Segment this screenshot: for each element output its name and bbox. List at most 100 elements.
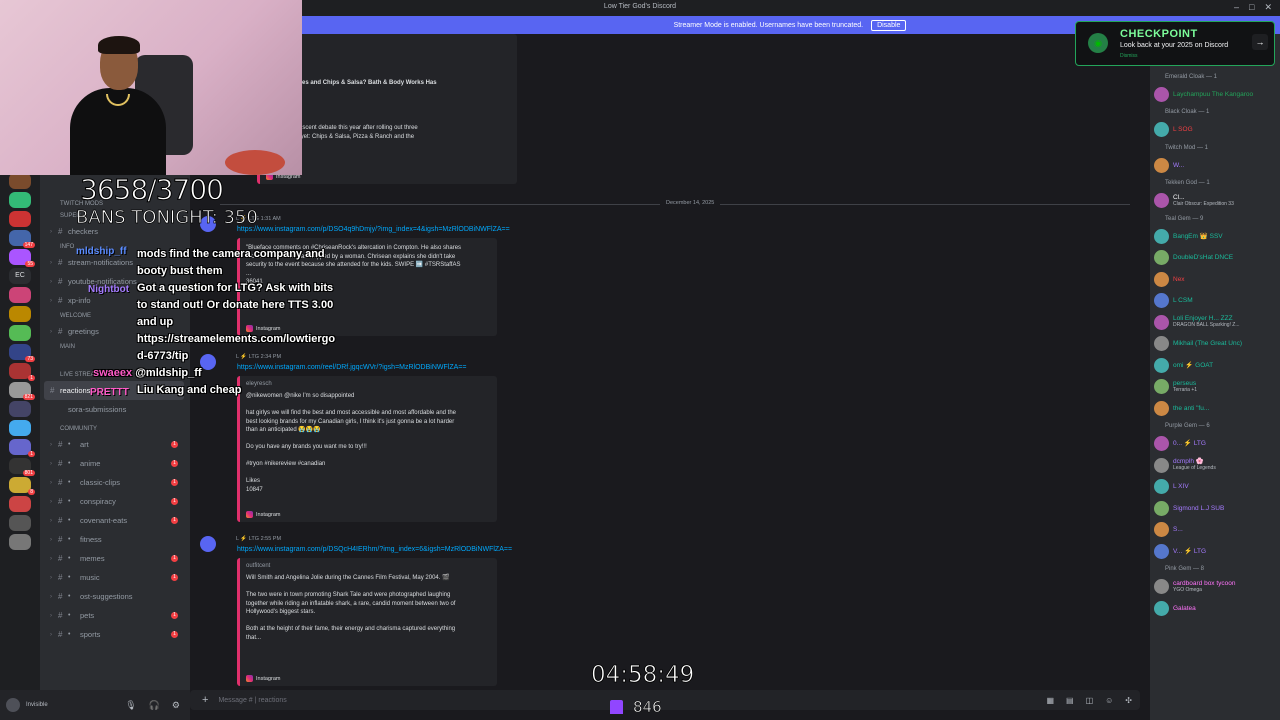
server-icon[interactable] [9, 211, 31, 227]
checkpoint-popup[interactable]: ◉ CHECKPOINT Look back at your 2025 on D… [1075, 21, 1275, 66]
server-icon[interactable] [9, 534, 31, 550]
member-item[interactable]: dcmplh 🌸 League of Legends [1150, 455, 1280, 477]
member-item[interactable]: cardboard box tycoon YGO Omega [1150, 576, 1280, 598]
server-icon[interactable]: 147 [9, 230, 35, 248]
avatar [1154, 314, 1169, 330]
channel-memes[interactable]: › # • memes 1 [40, 549, 190, 568]
instagram-embed[interactable]: outfitcent Will Smith and Angelina Jolie… [237, 558, 497, 686]
member-item[interactable]: Cl... Clair Obscur: Expedition 33 [1150, 190, 1280, 212]
category-community[interactable]: COMMUNITY [40, 423, 190, 435]
minimize-icon[interactable]: – [1234, 2, 1239, 13]
member-item[interactable]: L CSM [1150, 290, 1280, 312]
sticker-icon[interactable]: ◫ [1086, 696, 1094, 705]
unread-dot: 1 [171, 574, 178, 581]
channel-classic-clips[interactable]: › # • classic-clips 1 [40, 473, 190, 492]
gif-icon[interactable]: ▤ [1066, 696, 1074, 705]
member-group-header: Purple Gem — 6 [1165, 423, 1210, 429]
disable-streamer-mode-button[interactable]: Disable [871, 19, 907, 31]
unread-dot: 1 [171, 479, 178, 486]
avatar [1154, 500, 1169, 516]
add-attachment-icon[interactable]: + [202, 694, 208, 706]
member-item[interactable]: DoubleD'sHat DNCE [1150, 247, 1280, 269]
unread-badge: 8 [28, 489, 35, 495]
message-link[interactable]: https://www.instagram.com/p/DSQcH4IERhm/… [237, 546, 512, 553]
unread-dot: 1 [171, 555, 178, 562]
member-item[interactable]: Loli Enjoyer H... ZZZ DRAGON BALL Sparkin… [1150, 312, 1280, 334]
apps-icon[interactable]: ✣ [1125, 696, 1132, 705]
gift-icon[interactable]: ▦ [1046, 696, 1054, 705]
member-item[interactable]: Sigmond L.J SUB [1150, 498, 1280, 520]
channel-pets[interactable]: › # • pets 1 [40, 606, 190, 625]
avatar [1154, 228, 1169, 244]
member-item[interactable]: V... ⚡ LTG [1150, 541, 1280, 563]
user-avatar[interactable] [6, 698, 20, 712]
server-icon[interactable] [9, 287, 31, 303]
checkpoint-dismiss[interactable]: Dismiss [1120, 53, 1138, 59]
server-icon[interactable] [9, 496, 31, 512]
channel-covenant-eats[interactable]: › # • covenant-eats 1 [40, 511, 190, 530]
server-icon[interactable] [9, 325, 31, 341]
server-icon[interactable] [9, 401, 31, 417]
message-composer[interactable]: + Message # | reactions ▦ ▤ ◫ ☺ ✣ [190, 690, 1140, 710]
member-item[interactable]: 0... ⚡ LTG [1150, 433, 1280, 455]
banner-text: Streamer Mode is enabled. Usernames have… [673, 21, 864, 29]
channel-fitness[interactable]: › # • fitness [40, 530, 190, 549]
avatar [1154, 543, 1169, 559]
controller-icon: ◉ [1088, 33, 1108, 53]
overlay-chat-line: swaeex @mldship_ff [93, 367, 202, 379]
member-item[interactable]: Mikhail (The Great Unc) [1150, 333, 1280, 355]
server-icon[interactable]: 1 [9, 439, 35, 457]
server-icon[interactable]: 73 [9, 344, 35, 362]
stream-chat-overlay: mods find the camera company and booty bu… [45, 246, 345, 399]
member-item[interactable]: the anti "fu... [1150, 398, 1280, 420]
member-item[interactable]: L SOG [1150, 119, 1280, 141]
member-item[interactable]: S... [1150, 519, 1280, 541]
channel-music[interactable]: › # • music 1 [40, 568, 190, 587]
server-icon[interactable]: 8 [9, 477, 35, 495]
member-item[interactable]: L XIV [1150, 476, 1280, 498]
member-item[interactable]: perseus Terraria +1 [1150, 376, 1280, 398]
server-icon[interactable] [9, 192, 31, 208]
unread-dot: 1 [171, 441, 178, 448]
overlay-chat-line: to stand out! Or donate here TTS 3.00 [137, 299, 334, 311]
server-icon[interactable] [9, 173, 31, 189]
channel-art[interactable]: › # • art 1 [40, 435, 190, 454]
avatar [1154, 357, 1169, 373]
unread-dot: 1 [171, 631, 178, 638]
member-item[interactable]: Nex [1150, 269, 1280, 291]
unread-badge: 55 [25, 261, 35, 267]
message-link[interactable]: https://www.instagram.com/p/DSO4q9hDmjy/… [237, 226, 510, 233]
server-icon[interactable]: 55 [9, 249, 35, 267]
server-icon[interactable] [9, 515, 31, 531]
avatar[interactable] [200, 536, 216, 552]
server-icon[interactable]: 821 [9, 382, 35, 400]
server-icon[interactable] [9, 306, 31, 322]
member-item[interactable]: Galatea [1150, 598, 1280, 620]
close-icon[interactable]: ✕ [1264, 2, 1272, 13]
twitch-icon [610, 700, 623, 714]
microphone-icon[interactable]: 🎙 [125, 700, 136, 711]
member-item[interactable]: W... [1150, 155, 1280, 177]
avatar [1154, 271, 1169, 287]
emoji-icon[interactable]: ☺ [1105, 696, 1113, 705]
arrow-right-icon[interactable]: → [1252, 34, 1268, 50]
server-icon[interactable]: 1 [9, 363, 35, 381]
settings-icon[interactable]: ⚙ [172, 700, 180, 711]
maximize-icon[interactable]: □ [1249, 2, 1254, 13]
server-icon[interactable] [9, 420, 31, 436]
server-icon[interactable]: EC [9, 268, 31, 284]
member-item[interactable]: BangEm 👑 SSV [1150, 226, 1280, 248]
unread-dot: 1 [171, 612, 178, 619]
member-item[interactable]: omi ⚡ GOAT [1150, 355, 1280, 377]
member-item[interactable]: Laychampuu The Kangaroo [1150, 84, 1280, 106]
headphones-icon[interactable]: 🎧 [149, 700, 160, 711]
chat-username: Nightbot [88, 284, 130, 295]
avatar [1154, 250, 1169, 266]
message-input[interactable]: Message # | reactions [218, 697, 286, 704]
server-icon[interactable]: 801 [9, 458, 35, 476]
channel-ost-suggestions[interactable]: › # • ost-suggestions [40, 587, 190, 606]
channel-anime[interactable]: › # • anime 1 [40, 454, 190, 473]
channel-sora-submissions[interactable]: sora-submissions [40, 400, 190, 419]
channel-conspiracy[interactable]: › # • conspiracy 1 [40, 492, 190, 511]
channel-sports[interactable]: › # • sports 1 [40, 625, 190, 644]
